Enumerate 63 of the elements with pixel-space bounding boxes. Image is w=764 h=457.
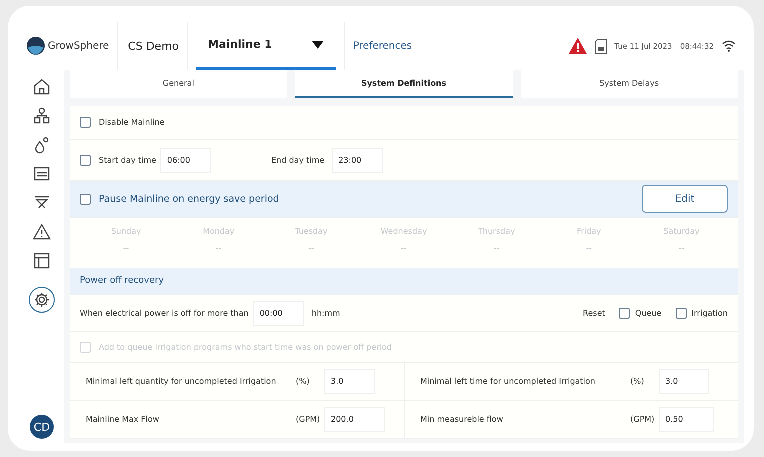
day-name: Sunday	[111, 227, 142, 236]
day-value: --	[494, 244, 500, 253]
parameter-label: Min measureble flow	[420, 415, 504, 424]
power-off-time-field[interactable]: 00:00	[252, 300, 304, 326]
end-day-time-label: End day time	[271, 156, 325, 164]
day-name: Thursday	[478, 227, 516, 236]
start-day-time-label: Start day time	[99, 156, 156, 164]
end-time-field[interactable]: 23:00	[332, 148, 383, 172]
add-to-queue-label: Add to queue irrigation programs who start time was on power off period	[99, 342, 392, 352]
power-off-label: When electrical power is off for more than	[80, 308, 249, 318]
parameter-label: Minimal left time for uncompleted Irrigation	[420, 377, 596, 386]
wifi-icon	[722, 40, 736, 52]
reset-label: Reset	[583, 308, 606, 318]
day-value: --	[401, 244, 407, 253]
tab[interactable]: System Delays	[520, 70, 738, 98]
day-value: --	[308, 244, 314, 253]
day-value: --	[586, 244, 592, 253]
settings-icon[interactable]	[29, 287, 55, 313]
hierarchy-icon[interactable]	[33, 107, 51, 125]
disable-mainline-label: Disable Mainline	[99, 118, 165, 127]
day-name: Friday	[577, 227, 602, 236]
valve-icon[interactable]	[33, 136, 51, 154]
day-name: Saturday	[664, 227, 700, 236]
parameter-field[interactable]: 3.0	[658, 369, 710, 394]
option-label: Queue	[635, 308, 662, 318]
sd-card-icon	[594, 38, 607, 54]
energy-save-label: Pause Mainline on energy save period	[99, 194, 280, 204]
user-avatar[interactable]: CD	[30, 415, 54, 439]
table-icon[interactable]	[33, 252, 51, 270]
edit-button[interactable]: Edit	[642, 185, 728, 213]
checkbox[interactable]	[676, 308, 687, 318]
parameter-field[interactable]: 3.0	[324, 369, 375, 394]
checkbox[interactable]	[80, 154, 91, 166]
parameter-field[interactable]: 200.0	[324, 407, 385, 432]
day-name: Monday	[203, 227, 235, 236]
checkbox[interactable]	[80, 117, 91, 128]
day-value: --	[123, 244, 130, 253]
unit-label: (GPM)	[630, 415, 654, 424]
unit-label: (%)	[630, 377, 646, 386]
home-icon[interactable]	[33, 78, 51, 96]
globe-logo-icon	[26, 36, 46, 56]
tab[interactable]: General	[70, 70, 288, 98]
day-value: --	[678, 244, 685, 253]
checkbox[interactable]	[619, 308, 630, 318]
parameter-field[interactable]: 0.50	[658, 407, 714, 432]
brand-logo-text: GrowSphere	[48, 40, 110, 52]
section-title: Power off recovery	[80, 276, 164, 286]
board-icon[interactable]	[33, 165, 51, 183]
alert-icon[interactable]	[568, 38, 587, 54]
unit-label: (%)	[296, 377, 311, 386]
checkbox[interactable]	[80, 194, 91, 204]
unit-label: hh:mm	[312, 308, 340, 318]
tab[interactable]: System Definitions	[295, 70, 513, 98]
warning-icon[interactable]	[33, 223, 51, 241]
caret-icon	[312, 40, 324, 48]
parameter-label: Minimal left quantity for uncompleted Irrigation	[86, 377, 278, 386]
option-label: Irrigation	[692, 308, 728, 318]
parameter-label: Mainline Max Flow	[86, 415, 160, 424]
day-name: Wednesday	[380, 227, 428, 236]
start-time-field[interactable]: 06:00	[160, 148, 212, 172]
unit-label: (GPM)	[296, 415, 320, 424]
day-name: Tuesday	[295, 227, 328, 236]
day-value: --	[216, 244, 222, 253]
